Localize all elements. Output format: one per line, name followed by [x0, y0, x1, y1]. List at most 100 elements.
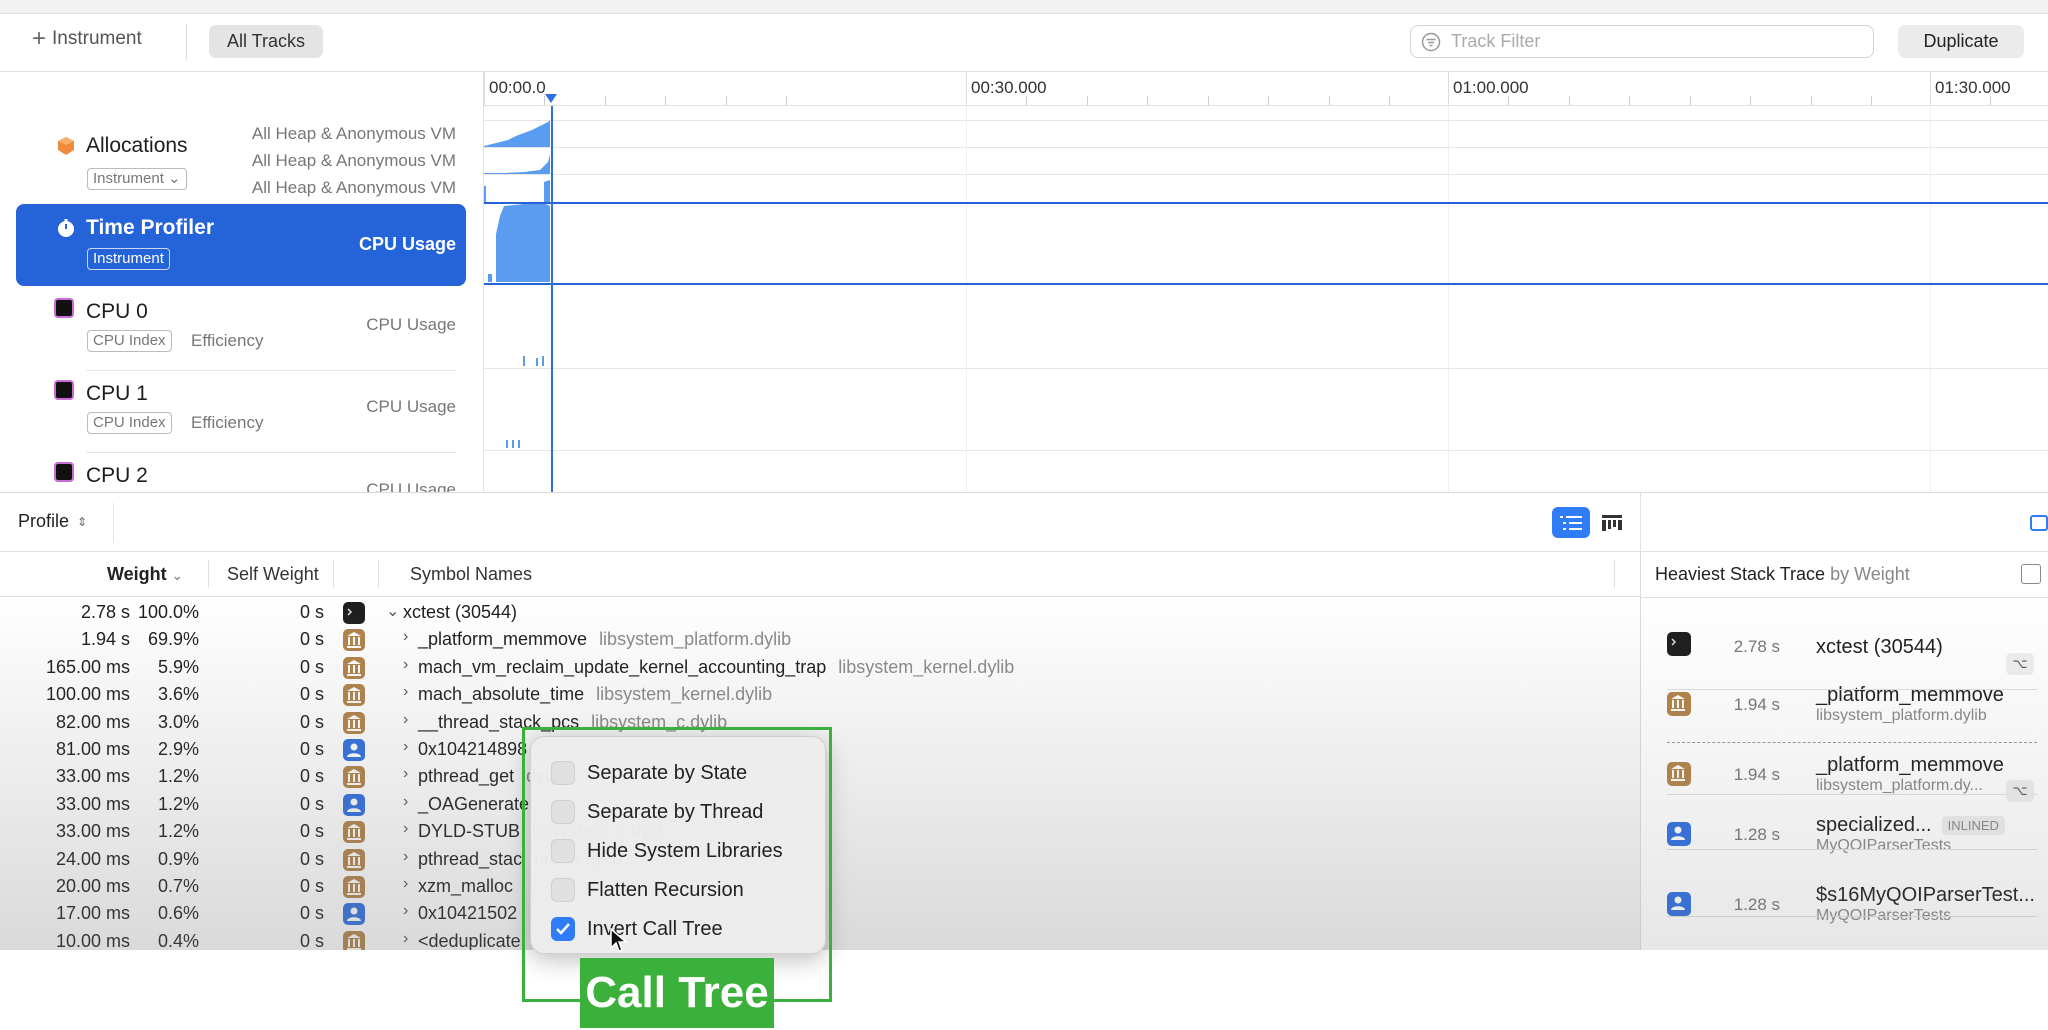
track-graph-area[interactable]: [484, 106, 2048, 492]
call-tree-row[interactable]: 1.94 s 69.9% 0 s › _platform_memmove libsyste…: [0, 626, 1640, 653]
allocations-sublabel-2: All Heap & Anonymous VM: [251, 151, 456, 170]
cpu2-metric: CPU Usage: [366, 480, 456, 492]
library-icon: [1667, 762, 1691, 786]
track-filter-input[interactable]: [1451, 31, 1851, 52]
frame-weight: 1.94 s: [1733, 765, 1780, 784]
library-icon: [343, 821, 365, 844]
chevron-right-icon[interactable]: ›: [403, 902, 408, 920]
chevron-right-icon[interactable]: ›: [403, 820, 408, 838]
track-name-time-profiler[interactable]: Time Profiler: [86, 216, 214, 240]
collapse-icon[interactable]: ⌥: [2006, 653, 2034, 675]
chevron-right-icon[interactable]: ›: [403, 875, 408, 893]
frame-symbol: specialized... INLINED: [1816, 814, 2005, 837]
cpu1-index-pill[interactable]: CPU Index: [87, 412, 172, 434]
duplicate-button[interactable]: Duplicate: [1898, 25, 2024, 58]
frame-weight: 2.78 s: [1733, 637, 1780, 656]
row-symbol: mach_absolute_time libsystem_kernel.dylib: [418, 684, 773, 705]
call-tree-row[interactable]: 2.78 s 100.0% 0 s ⌄ xctest (30544): [0, 599, 1640, 626]
row-weight-percent: 1.2%: [157, 821, 199, 842]
chevron-right-icon[interactable]: ›: [403, 711, 408, 729]
track-divider: [86, 370, 456, 371]
add-instrument-button[interactable]: + Instrument: [32, 27, 142, 51]
track-name-cpu0[interactable]: CPU 0: [86, 300, 148, 324]
row-weight-percent: 2.9%: [157, 739, 199, 759]
row-self-weight: 0 s: [299, 903, 324, 924]
all-tracks-button[interactable]: All Tracks: [209, 25, 323, 58]
call-tree-view-button[interactable]: [1552, 507, 1590, 538]
user-icon: [1667, 892, 1691, 916]
library-icon: [343, 766, 365, 789]
row-weight: 10.00 ms: [55, 930, 130, 950]
timeline-ruler[interactable]: 00:00.0 00:30.000 01:00.000 01:30.000: [484, 71, 2048, 106]
allocations-icon: [56, 136, 76, 156]
allocations-sublabel-1: All Heap & Anonymous VM: [251, 124, 456, 143]
chevron-right-icon[interactable]: ›: [403, 656, 408, 674]
row-weight: 81.00 ms: [55, 739, 130, 759]
annotation-label: Call Tree: [580, 958, 774, 1028]
row-weight-percent: 69.9%: [147, 629, 199, 650]
frame-separator: [1667, 742, 2037, 743]
call-tree-row[interactable]: 165.00 ms 5.9% 0 s › mach_vm_reclaim_update_…: [0, 654, 1640, 681]
row-weight-percent: 0.7%: [157, 876, 199, 896]
flame-graph-view-button[interactable]: [1594, 507, 1630, 538]
cpu1-metric: CPU Usage: [366, 397, 456, 416]
profile-selector[interactable]: Profile ⇕: [18, 511, 87, 532]
row-library: libsystem_kernel.dylib: [596, 684, 773, 705]
allocations-sublabel-3: All Heap & Anonymous VM: [251, 178, 456, 197]
chevron-right-icon[interactable]: ›: [403, 628, 408, 646]
chevron-right-icon[interactable]: ›: [403, 738, 408, 756]
row-weight-percent: 5.9%: [157, 656, 199, 677]
row-weight: 82.00 ms: [55, 711, 130, 732]
sidebar-toggle-icon[interactable]: [2030, 515, 2048, 531]
frame-symbol: $s16MyQOIParserTest...: [1816, 884, 2035, 906]
call-tree-row[interactable]: 100.00 ms 3.6% 0 s › mach_absolute_time libsy…: [0, 681, 1640, 708]
chevron-right-icon[interactable]: ›: [403, 793, 408, 811]
row-self-weight: 0 s: [299, 930, 324, 950]
row-self-weight: 0 s: [299, 684, 324, 705]
row-symbol: xzm_malloc: [418, 876, 514, 896]
row-weight: 33.00 ms: [55, 821, 130, 842]
row-symbol: xctest (30544): [403, 602, 518, 622]
terminal-icon: [1667, 632, 1691, 656]
user-icon: [343, 903, 365, 926]
track-name-cpu2[interactable]: CPU 2: [86, 464, 148, 488]
row-weight-percent: 0.9%: [157, 848, 199, 869]
chevron-right-icon[interactable]: ›: [403, 848, 408, 866]
frame-symbol: xctest (30544): [1816, 636, 1943, 658]
cpu0-index-pill[interactable]: CPU Index: [87, 330, 172, 352]
toolbar: + Instrument All Tracks Duplicate: [0, 14, 2048, 72]
chevron-right-icon[interactable]: ›: [403, 930, 408, 948]
chevron-right-icon[interactable]: ›: [403, 765, 408, 783]
flame-graph-icon: [1602, 514, 1622, 531]
self-weight-column-header[interactable]: Self Weight: [227, 564, 319, 585]
row-weight: 2.78 s: [80, 602, 130, 622]
filter-icon: [1421, 32, 1441, 51]
row-weight: 33.00 ms: [55, 766, 130, 787]
chevron-right-icon[interactable]: ›: [403, 683, 408, 701]
row-weight: 165.00 ms: [45, 656, 130, 677]
cpu1-core-type: Efficiency: [191, 413, 264, 432]
window-top-strip: [0, 0, 2048, 14]
row-weight-percent: 3.0%: [157, 711, 199, 732]
symbol-names-column-header[interactable]: Symbol Names: [410, 564, 532, 585]
track-filter-field[interactable]: [1410, 25, 1874, 58]
frame-library: libsystem_platform.dylib: [1816, 707, 1987, 724]
time-profiler-instrument-pill[interactable]: Instrument: [87, 248, 170, 270]
expand-icon[interactable]: [2021, 564, 2041, 584]
frame-symbol: _platform_memmove: [1816, 684, 2004, 706]
library-icon: [343, 930, 365, 950]
chevron-down-icon[interactable]: ⌄: [386, 601, 399, 621]
add-instrument-label: Instrument: [52, 28, 142, 49]
cpu1-icon: [54, 380, 74, 400]
row-weight-percent: 1.2%: [157, 793, 199, 814]
allocations-instrument-pill[interactable]: Instrument ⌄: [87, 168, 187, 190]
track-name-cpu1[interactable]: CPU 1: [86, 382, 148, 406]
playhead-line: [551, 106, 553, 492]
ruler-label-0: 00:00.0: [489, 78, 546, 97]
track-name-allocations[interactable]: Allocations: [86, 134, 188, 158]
weight-column-header[interactable]: Weight ⌄: [107, 564, 183, 585]
frame-separator: [1667, 794, 2037, 795]
row-self-weight: 0 s: [299, 821, 324, 842]
collapse-icon[interactable]: ⌥: [2006, 780, 2034, 802]
toolbar-divider: [186, 24, 187, 60]
